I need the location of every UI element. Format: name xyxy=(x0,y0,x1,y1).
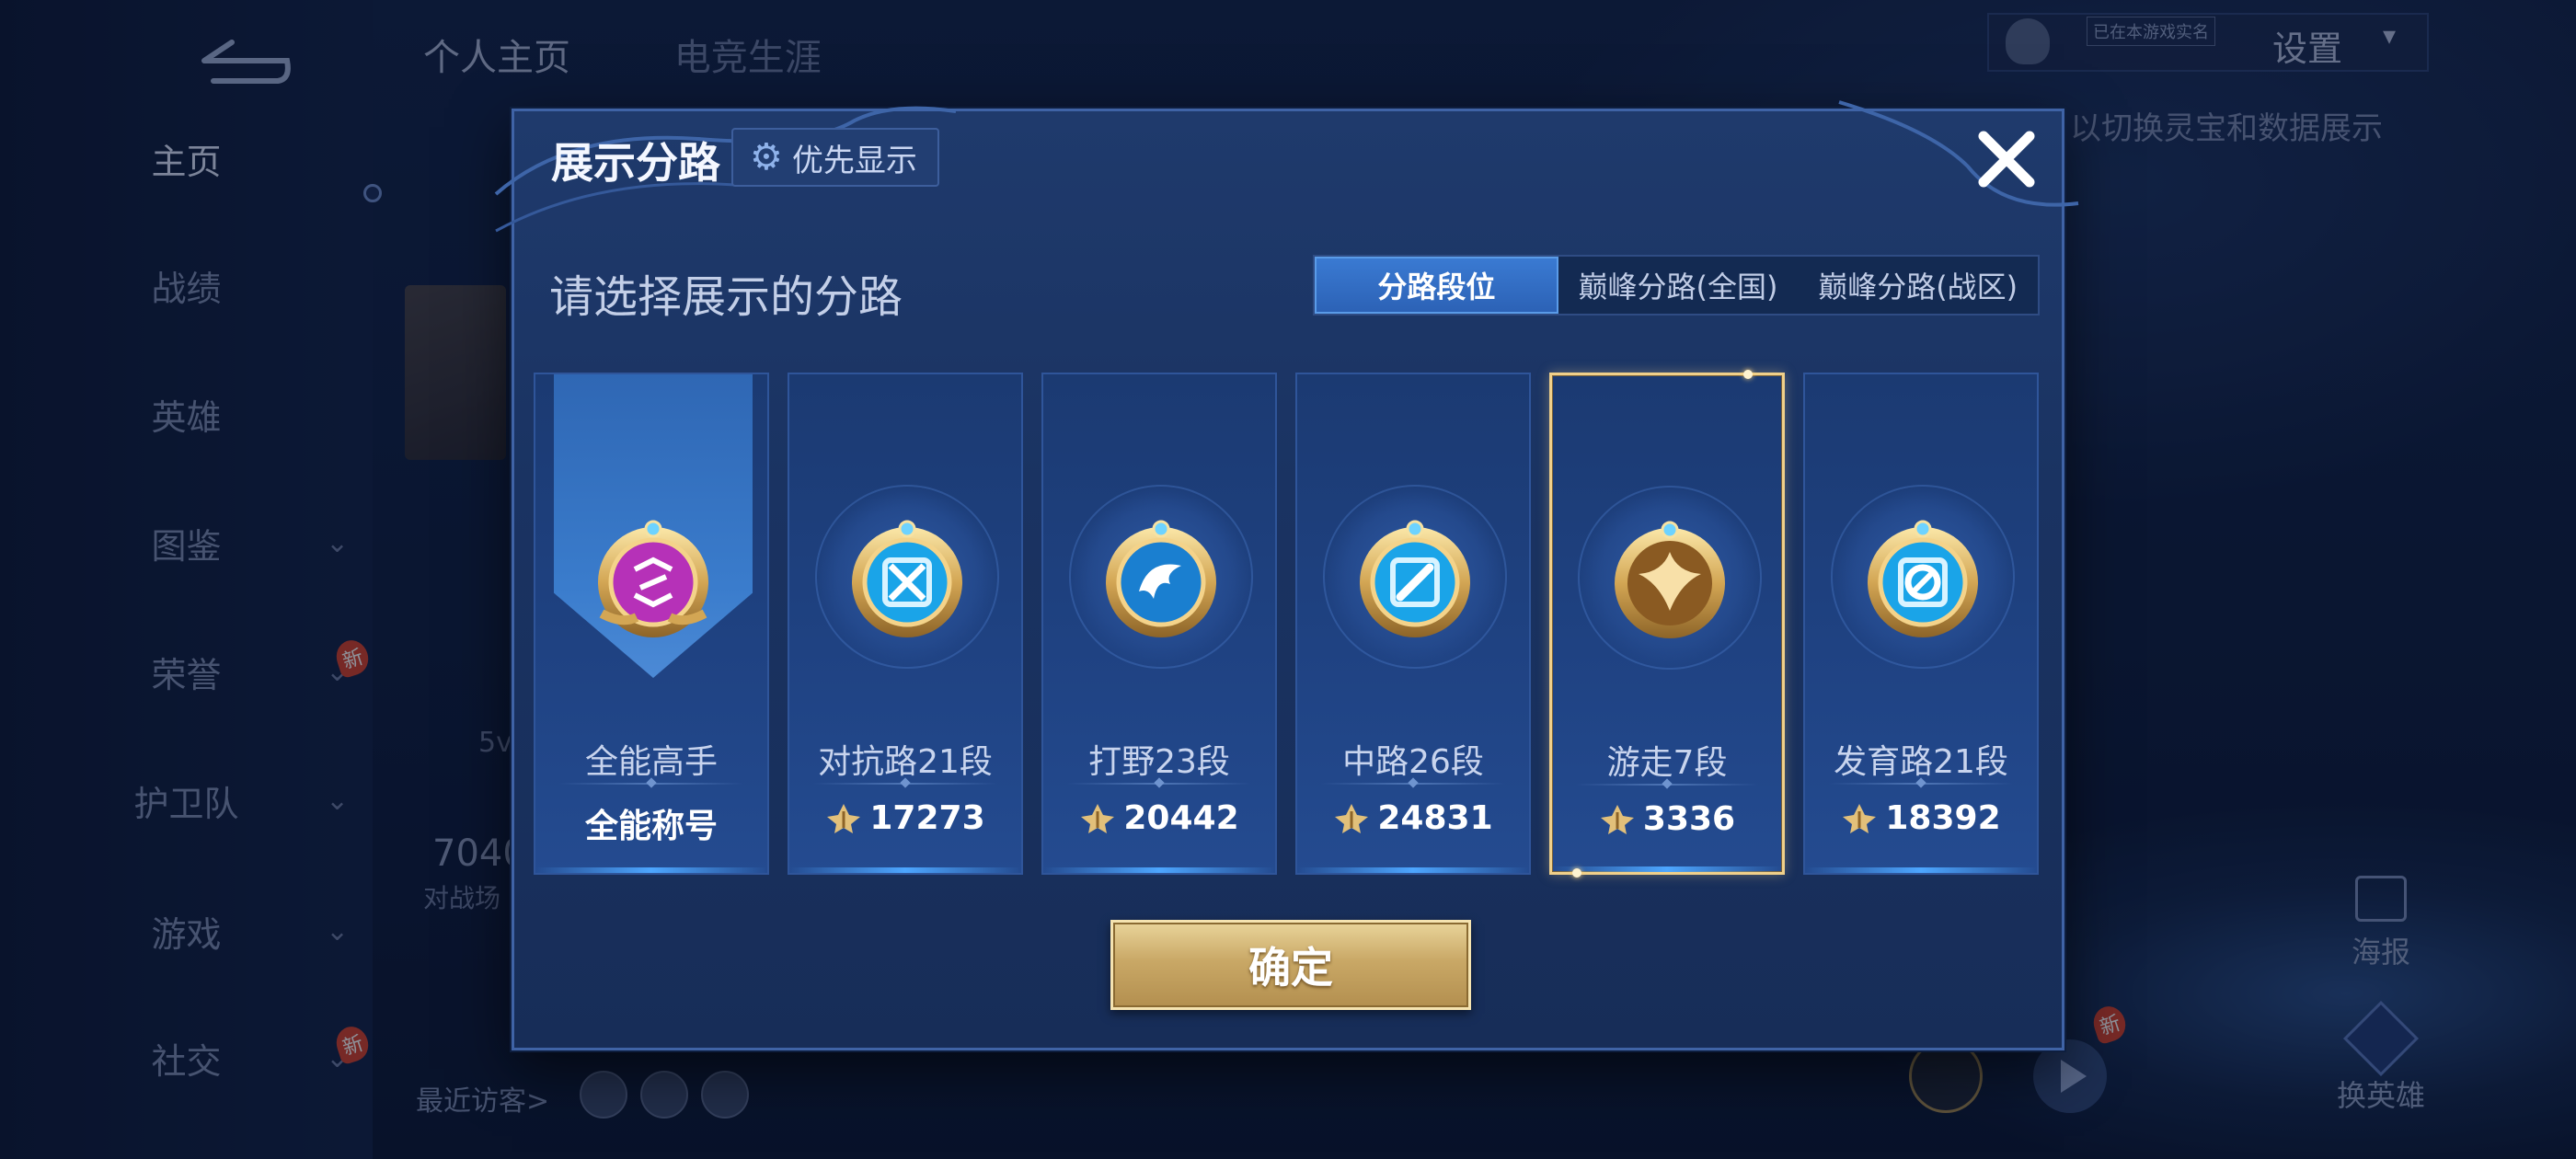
card-divider xyxy=(1067,783,1251,785)
close-button[interactable] xyxy=(1968,120,2045,198)
card-bottom-glow xyxy=(1552,866,1782,872)
card-divider xyxy=(1576,784,1758,786)
lane-card[interactable]: 全能高手 全能称号 xyxy=(534,373,769,875)
lane-card[interactable]: 发育路21段 18392 xyxy=(1803,373,2039,875)
card-bottom-glow xyxy=(1043,867,1275,873)
roam-emblem-icon xyxy=(1615,521,1725,638)
lane-card[interactable]: 游走7段 3336 xyxy=(1549,370,1785,878)
selected-corner-dot xyxy=(1743,370,1753,379)
rank-mark-icon xyxy=(1600,804,1634,834)
lane-card[interactable]: 中路26段 24831 xyxy=(1295,373,1531,875)
rank-mark-icon xyxy=(1335,803,1369,833)
card-bottom-glow xyxy=(789,867,1021,873)
card-bottom-glow xyxy=(535,867,767,873)
card-divider xyxy=(813,783,997,785)
lane-rank-label: 打野23段 xyxy=(1088,743,1230,781)
close-icon xyxy=(1978,131,2035,188)
lane-display-modal: 展示分路 ⚙ 优先显示 请选择展示的分路 分路段位 巅峰分路(全国) 巅峰分路(… xyxy=(494,100,2079,1050)
lane-score-text: 18392 xyxy=(1885,799,2001,837)
all-round-emblem-icon xyxy=(598,520,708,637)
lane-score: 20442 xyxy=(1043,799,1275,837)
farm-lane-emblem-icon xyxy=(1868,520,1978,637)
card-bottom-glow xyxy=(1297,867,1529,873)
priority-label: 优先显示 xyxy=(791,142,917,179)
lane-type-tabs: 分路段位 巅峰分路(全国) 巅峰分路(战区) xyxy=(1313,255,2040,316)
tab-peak-region[interactable]: 巅峰分路(战区) xyxy=(1798,257,2038,314)
select-lane-heading: 请选择展示的分路 xyxy=(549,271,903,323)
rank-mark-icon xyxy=(1843,803,1877,833)
lane-rank-label: 全能高手 xyxy=(584,743,718,781)
lane-score-text: 17273 xyxy=(869,799,985,837)
lane-rank-label: 中路26段 xyxy=(1342,743,1484,781)
confirm-button[interactable]: 确定 xyxy=(1110,920,1471,1010)
lane-rank-label: 发育路21段 xyxy=(1834,743,2008,781)
lane-score: 17273 xyxy=(789,799,1021,837)
tab-peak-national[interactable]: 巅峰分路(全国) xyxy=(1558,257,1799,314)
lane-score: 24831 xyxy=(1297,799,1529,837)
rank-mark-icon xyxy=(1081,803,1115,833)
lane-rank-label: 游走7段 xyxy=(1606,744,1728,782)
card-divider xyxy=(1321,783,1505,785)
lane-score-text: 3336 xyxy=(1642,800,1736,838)
lane-score: 18392 xyxy=(1805,799,2037,837)
card-divider xyxy=(559,783,743,785)
lane-score-text: 24831 xyxy=(1377,799,1493,837)
lane-score-text: 20442 xyxy=(1123,799,1239,837)
modal-title: 展示分路 xyxy=(551,138,720,188)
jungle-emblem-icon xyxy=(1106,520,1216,637)
lane-cards: 全能高手 全能称号 对抗路21段 17273 打野23段 20442 中路26段 24831 游… xyxy=(534,370,2052,878)
lane-value-text: 全能称号 xyxy=(584,808,718,845)
lane-value: 全能称号 xyxy=(535,799,767,847)
rank-mark-icon xyxy=(827,803,861,833)
lane-score: 3336 xyxy=(1552,800,1782,838)
mid-lane-emblem-icon xyxy=(1360,520,1470,637)
lane-card[interactable]: 打野23段 20442 xyxy=(1041,373,1277,875)
selected-corner-dot xyxy=(1572,868,1581,878)
card-divider xyxy=(1829,783,2013,785)
lane-card[interactable]: 对抗路21段 17273 xyxy=(788,373,1023,875)
tab-lane-rank[interactable]: 分路段位 xyxy=(1315,257,1558,314)
clash-lane-emblem-icon xyxy=(852,520,962,637)
lane-rank-label: 对抗路21段 xyxy=(818,743,993,781)
card-bottom-glow xyxy=(1805,867,2037,873)
gear-icon: ⚙ xyxy=(750,136,783,178)
priority-display-button[interactable]: ⚙ 优先显示 xyxy=(731,128,939,187)
